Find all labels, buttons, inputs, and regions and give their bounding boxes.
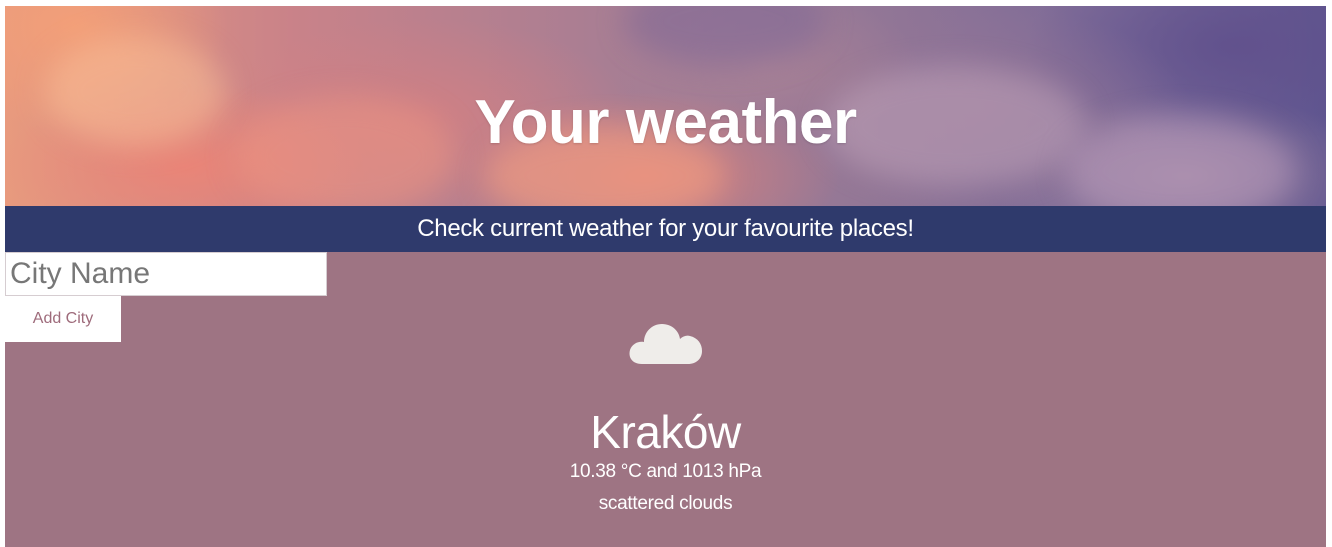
main-content: Add City Kraków 10.38 °C and 1013 hPa sc… bbox=[5, 252, 1326, 547]
weather-description: scattered clouds bbox=[598, 493, 733, 514]
subtitle-text: Check current weather for your favourite… bbox=[417, 215, 914, 242]
temperature-pressure: 10.38 °C and 1013 hPa bbox=[569, 461, 762, 482]
cloud-shape bbox=[625, 6, 825, 66]
cloud-icon bbox=[629, 324, 702, 364]
hero-header: Your weather bbox=[5, 6, 1326, 206]
page-title: Your weather bbox=[474, 87, 857, 157]
subtitle-band: Check current weather for your favourite… bbox=[5, 206, 1326, 252]
app-frame: Your weather Check current weather for y… bbox=[5, 6, 1326, 547]
city-name: Kraków bbox=[590, 406, 741, 458]
city-name-input[interactable] bbox=[5, 252, 327, 296]
weather-card: Kraków 10.38 °C and 1013 hPa scattered c… bbox=[5, 312, 1326, 516]
